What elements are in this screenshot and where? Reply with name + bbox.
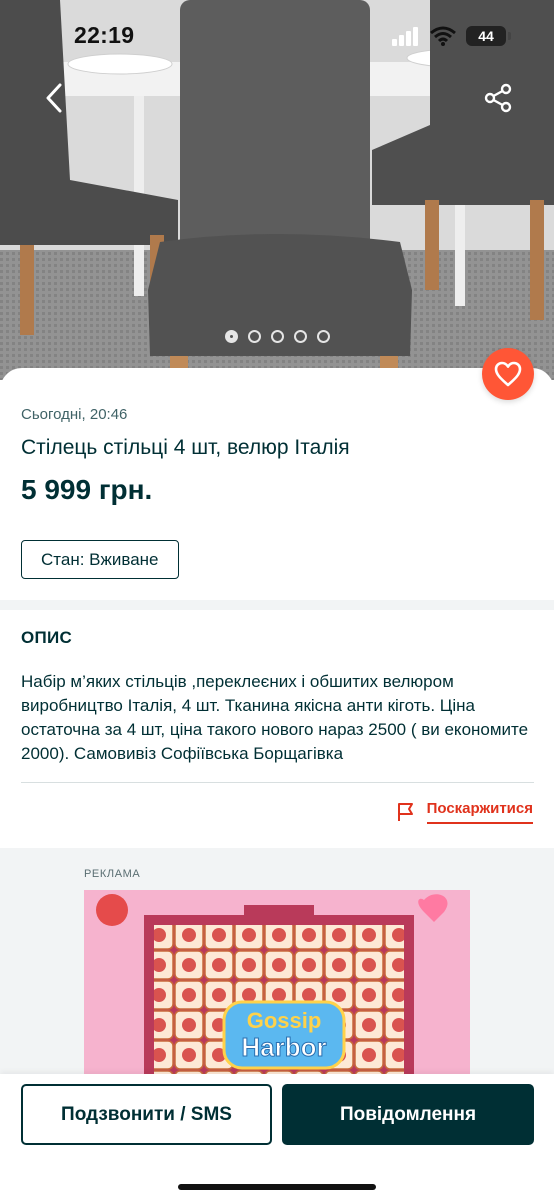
listing-photo-gallery[interactable]: 22:19 44 xyxy=(0,0,554,380)
home-indicator[interactable] xyxy=(178,1184,376,1190)
listing-price: 5 999 грн. xyxy=(21,474,153,505)
share-button[interactable] xyxy=(476,76,520,120)
status-icons: 44 xyxy=(392,26,511,46)
divider-line xyxy=(21,782,534,783)
ad-game-image: Gossip Harbor xyxy=(84,890,470,1080)
message-button[interactable]: Повідомлення xyxy=(282,1084,534,1145)
heart-icon xyxy=(494,361,522,387)
listing-date: Сьогодні, 20:46 xyxy=(21,406,128,423)
share-icon xyxy=(484,83,512,113)
gallery-dot-3[interactable] xyxy=(270,330,284,343)
report-label: Поскаржитися xyxy=(426,800,533,824)
favorite-button[interactable] xyxy=(482,348,534,400)
section-divider xyxy=(0,600,554,610)
back-button[interactable] xyxy=(32,76,76,120)
ad-logo-line2: Harbor xyxy=(241,1032,326,1062)
battery-icon: 44 xyxy=(466,26,511,46)
gallery-dot-2[interactable] xyxy=(247,330,261,343)
ad-banner[interactable]: Gossip Harbor xyxy=(84,890,470,1080)
listing-title: Стілець стільці 4 шт, велюр Італія xyxy=(21,436,350,459)
ad-label: РЕКЛАМА xyxy=(84,868,141,880)
ad-logo-line1: Gossip xyxy=(247,1008,322,1033)
status-time: 22:19 xyxy=(74,22,135,48)
flag-icon xyxy=(397,803,413,821)
description-heading: ОПИС xyxy=(21,628,73,647)
description-text: Набір м’яких стільців ,переклеєних і обш… xyxy=(21,672,529,763)
condition-badge[interactable]: Стан: Вживане xyxy=(21,540,179,579)
report-link[interactable]: Поскаржитися xyxy=(397,800,533,824)
gallery-dot-5[interactable] xyxy=(316,330,330,343)
gallery-dot-4[interactable] xyxy=(293,330,307,343)
status-bar: 22:19 44 xyxy=(0,0,554,76)
signal-icon xyxy=(392,27,418,46)
gallery-pagination[interactable] xyxy=(0,330,554,343)
gallery-dot-1[interactable] xyxy=(224,330,238,343)
back-arrow-icon xyxy=(46,83,62,113)
wifi-icon xyxy=(430,26,456,46)
call-sms-button[interactable]: Подзвонити / SMS xyxy=(21,1084,272,1145)
